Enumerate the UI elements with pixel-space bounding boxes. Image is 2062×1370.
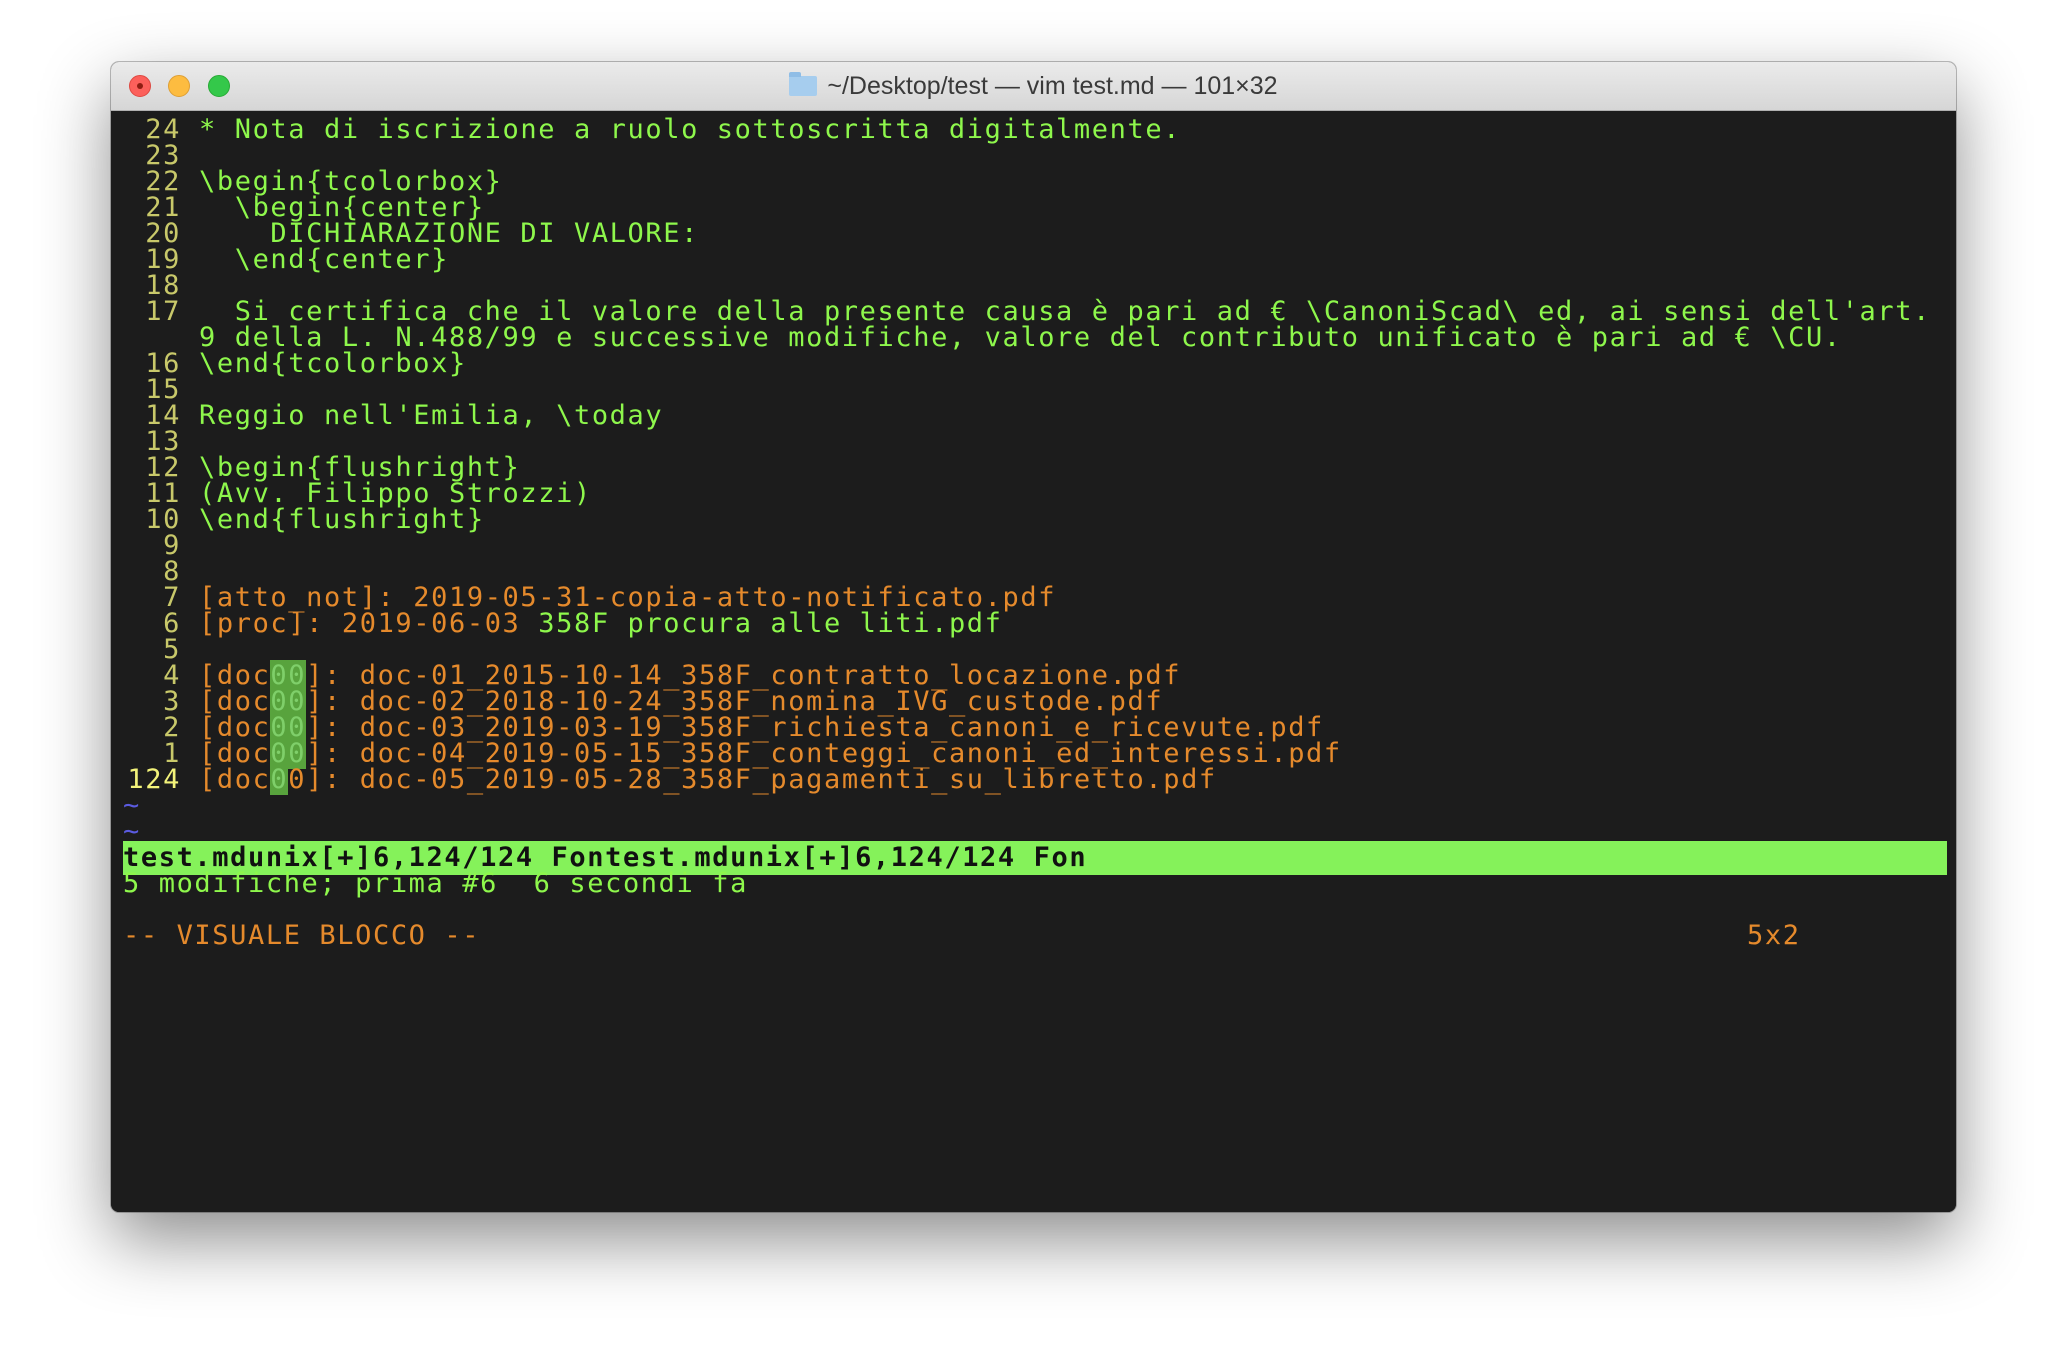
reference-label: [proc]:	[199, 608, 324, 639]
cursor-char: 0	[288, 764, 307, 795]
selection-size: 5x2	[1747, 920, 1801, 951]
reference-value: 358F procura alle liti.pdf	[538, 608, 1003, 639]
window-title-area: ~/Desktop/test — vim test.md — 101×32	[111, 62, 1956, 110]
reference-value: doc-05_2019-05-28_358F_pagamenti_su_libr…	[359, 764, 1217, 795]
editor-line-current: 124 [doc00]: doc-05_2019-05-28_358F_pagam…	[123, 763, 1217, 797]
command-message: 5 modifiche; prima #6 6 secondi fa	[123, 868, 748, 899]
line-text: Reggio nell'Emilia, \today	[199, 400, 664, 431]
line-text: * Nota di iscrizione a ruolo sottoscritt…	[199, 114, 1182, 145]
vim-editor[interactable]: 24 * Nota di iscrizione a ruolo sottoscri…	[111, 111, 1956, 1212]
editor-line: 14 Reggio nell'Emilia, \today	[123, 399, 663, 433]
window-title: ~/Desktop/test — vim test.md — 101×32	[827, 71, 1278, 100]
editor-line: 24 * Nota di iscrizione a ruolo sottoscri…	[123, 113, 1181, 147]
reference-date: 2019-06-03	[341, 608, 521, 639]
line-text: \end{flushright}	[199, 504, 485, 535]
visual-selection-cursor: 0	[270, 764, 289, 795]
mode-indicator: -- VISUALE BLOCCO --	[123, 920, 481, 951]
reference-label-close: ]:	[306, 764, 342, 795]
title-bar[interactable]: ~/Desktop/test — vim test.md — 101×32	[111, 62, 1956, 111]
terminal-window: ~/Desktop/test — vim test.md — 101×32 24…	[111, 62, 1956, 1212]
folder-icon	[789, 72, 818, 96]
reference-label-open: [doc	[199, 764, 271, 795]
line-text: \end{center}	[199, 244, 449, 275]
line-text: \end{tcolorbox}	[199, 348, 467, 379]
editor-line: 6 [proc]: 2019-06-03 358F procura alle li…	[123, 607, 1003, 641]
